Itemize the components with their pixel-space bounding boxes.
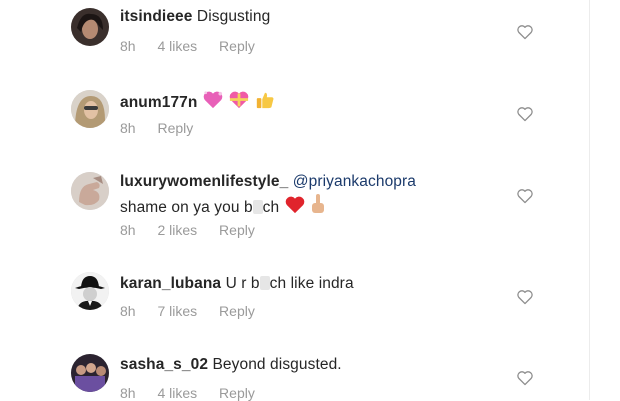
comment-item: itsindieee Disgusting 8h 4 likes Reply: [0, 0, 589, 80]
reply-button[interactable]: Reply: [219, 385, 255, 401]
comment-header: luxurywomenlifestyle_ @priyankachopra: [120, 173, 416, 191]
avatar[interactable]: [71, 172, 109, 210]
sparkling-heart-icon: [202, 90, 224, 115]
avatar-woman-blonde-icon: [71, 90, 109, 128]
reply-button[interactable]: Reply: [219, 222, 255, 238]
username-link[interactable]: luxurywomenlifestyle_: [120, 173, 288, 190]
avatar[interactable]: [71, 354, 109, 392]
comment-item: karan_lubana U r b ch like indra 8h 7 lik…: [0, 260, 589, 340]
avatar[interactable]: [71, 90, 109, 128]
comment-text: shame on ya you b ch: [120, 193, 326, 220]
comment-meta: 8h Reply: [120, 120, 193, 136]
reply-button[interactable]: Reply: [219, 38, 255, 54]
comment-body: U r b: [225, 275, 260, 292]
comment-body-end: ch: [262, 199, 280, 216]
avatar-dark-hair-icon: [71, 8, 109, 46]
reply-button[interactable]: Reply: [219, 303, 255, 319]
censor-blur: [259, 276, 270, 290]
username-link[interactable]: itsindieee: [120, 8, 193, 25]
likes-count[interactable]: 4 likes: [157, 38, 197, 54]
timestamp[interactable]: 8h: [120, 120, 136, 136]
username-link[interactable]: karan_lubana: [120, 275, 221, 292]
comment-body: Beyond disgusted.: [212, 356, 342, 373]
likes-count[interactable]: 4 likes: [157, 385, 197, 401]
comment-body-end: ch like indra: [269, 275, 354, 292]
like-heart-icon[interactable]: [516, 24, 534, 40]
comment-meta: 8h 4 likes Reply: [120, 38, 255, 54]
likes-count[interactable]: 7 likes: [157, 303, 197, 319]
like-heart-icon[interactable]: [516, 106, 534, 122]
reply-button[interactable]: Reply: [157, 120, 193, 136]
comment-meta: 8h 4 likes Reply: [120, 385, 255, 401]
avatar-hand-icon: [71, 172, 109, 210]
timestamp[interactable]: 8h: [120, 303, 136, 319]
username-link[interactable]: anum177n: [120, 94, 197, 111]
comment-text: sasha_s_02 Beyond disgusted.: [120, 356, 342, 374]
comment-meta: 8h 7 likes Reply: [120, 303, 255, 319]
panel-divider: [589, 0, 590, 400]
likes-count[interactable]: 2 likes: [157, 222, 197, 238]
timestamp[interactable]: 8h: [120, 222, 136, 238]
avatar[interactable]: [71, 8, 109, 46]
middle-finger-icon: [310, 193, 326, 220]
like-heart-icon[interactable]: [516, 289, 534, 305]
comment-meta: 8h 2 likes Reply: [120, 222, 255, 238]
heart-ribbon-icon: [228, 90, 250, 115]
comment-body: shame on ya you b: [120, 199, 253, 216]
comment-text: itsindieee Disgusting: [120, 8, 270, 26]
comment-text: karan_lubana U r b ch like indra: [120, 275, 354, 293]
mention-link[interactable]: @priyankachopra: [293, 173, 416, 190]
censor-blur: [252, 200, 263, 214]
avatar-group-photo-icon: [71, 354, 109, 392]
like-heart-icon[interactable]: [516, 188, 534, 204]
avatar-fedora-man-icon: [71, 272, 109, 310]
comment-item: luxurywomenlifestyle_ @priyankachopra sh…: [0, 160, 589, 260]
comment-item: anum177n 8h Reply: [0, 80, 589, 160]
timestamp[interactable]: 8h: [120, 385, 136, 401]
avatar[interactable]: [71, 272, 109, 310]
red-heart-icon: [284, 195, 306, 220]
thumbs-up-icon: [255, 90, 275, 115]
like-heart-icon[interactable]: [516, 370, 534, 386]
comment-body: Disgusting: [196, 8, 271, 25]
comment-item: sasha_s_02 Beyond disgusted. 8h 4 likes …: [0, 340, 589, 401]
timestamp[interactable]: 8h: [120, 38, 136, 54]
username-link[interactable]: sasha_s_02: [120, 356, 208, 373]
comment-text: anum177n: [120, 90, 275, 115]
